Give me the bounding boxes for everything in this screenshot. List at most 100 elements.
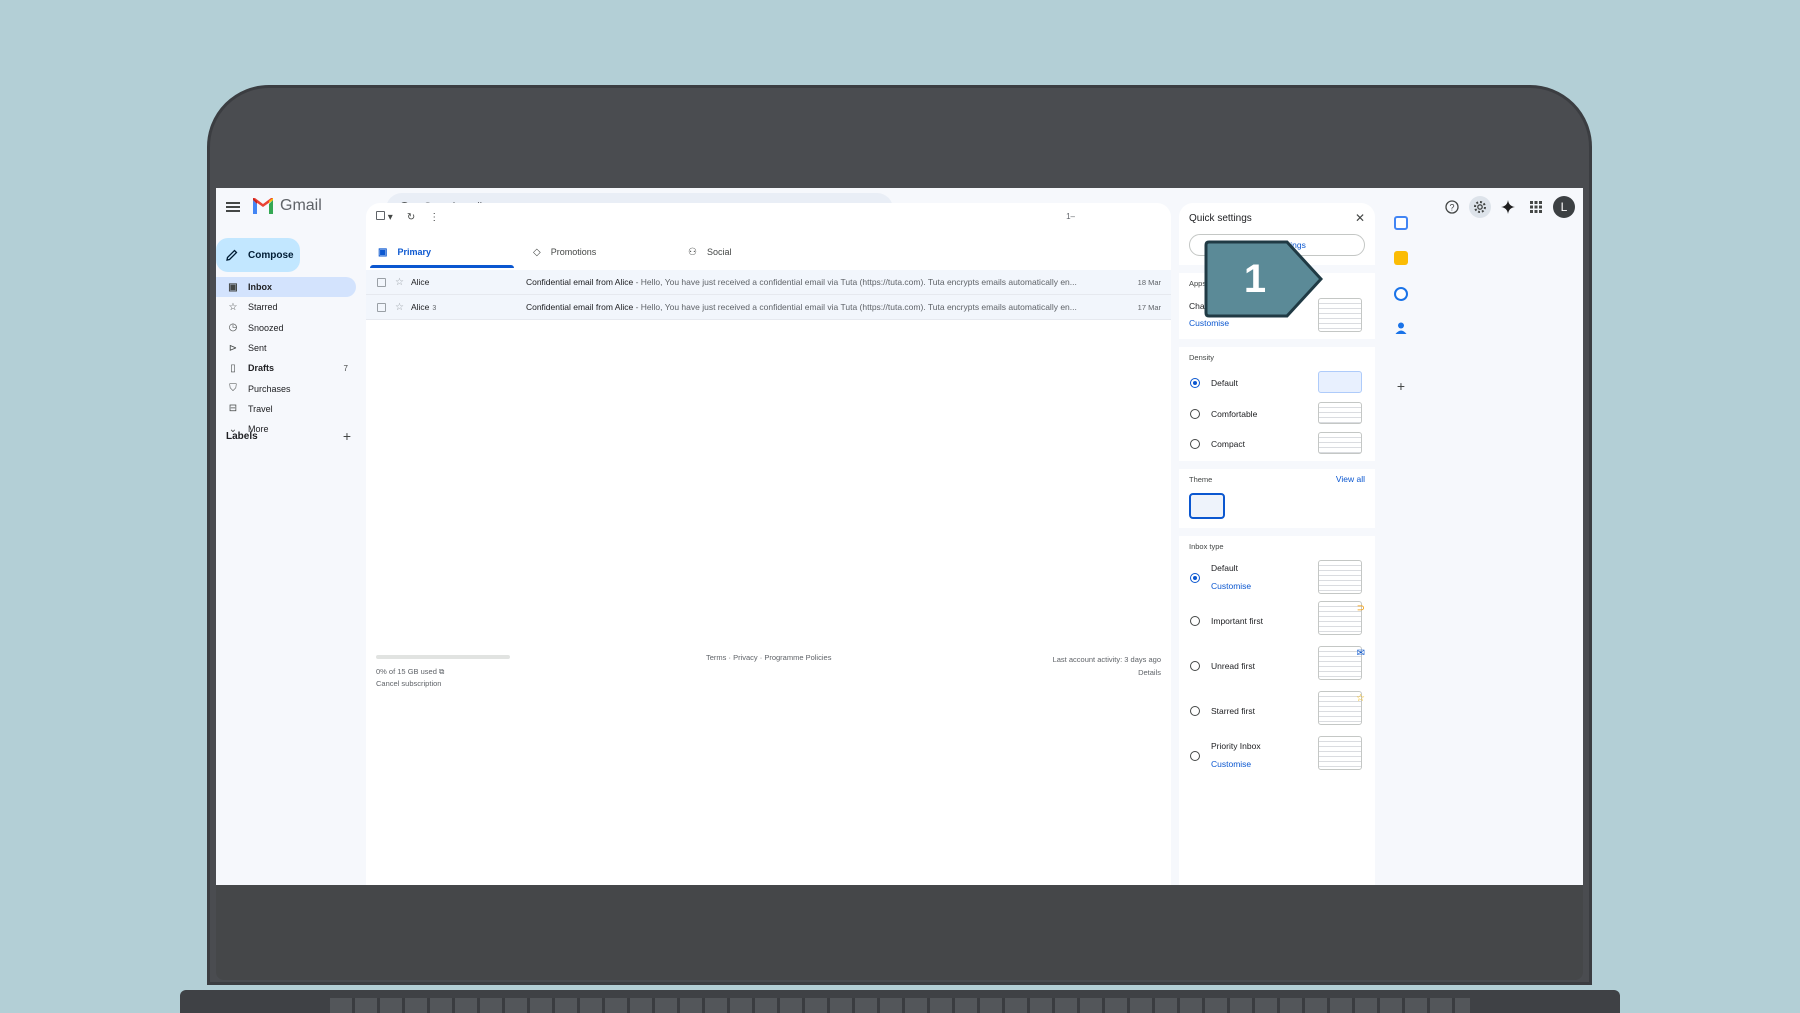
settings-gear-icon[interactable] [1469, 196, 1491, 218]
unread-first-preview[interactable] [1318, 646, 1362, 680]
sidebar-item-purchases[interactable]: ⛉ Purchases [216, 378, 356, 398]
add-app-icon[interactable]: + [1394, 379, 1408, 393]
gmail-logo[interactable]: Gmail [252, 197, 322, 215]
density-default-radio[interactable] [1190, 378, 1200, 388]
important-icon: ⊃ [1356, 603, 1365, 614]
divider [1179, 528, 1375, 536]
keep-icon[interactable] [1394, 251, 1408, 265]
email-snippet: - Hello, You have just received a confid… [633, 302, 1077, 312]
close-icon[interactable]: ✕ [1355, 211, 1365, 225]
compose-label: Compose [248, 249, 294, 261]
laptop-bezel [216, 885, 1583, 980]
tab-promotions[interactable]: ◇ Promotions [525, 236, 680, 268]
draft-icon: ▯ [230, 362, 236, 374]
customise-inbox-link[interactable]: Customise [1211, 581, 1251, 591]
email-row[interactable]: ☆ Alice 3 Confidential email from Alice -… [366, 295, 1171, 320]
apps-grid-icon[interactable] [1525, 196, 1547, 218]
luggage-icon: ⊟ [228, 403, 238, 415]
unread-first-label: Unread first [1211, 661, 1255, 671]
email-snippet: - Hello, You have just received a confid… [633, 277, 1077, 287]
email-sender: Alice 3 [410, 302, 437, 312]
density-compact-radio[interactable] [1190, 439, 1200, 449]
inbox-type-heading: Inbox type [1189, 542, 1224, 551]
inbox-default-preview[interactable] [1318, 560, 1362, 594]
star-icon[interactable]: ☆ [395, 277, 404, 288]
main-menu-icon[interactable] [224, 198, 242, 216]
sidebar-item-snoozed[interactable]: ◷ Snoozed [216, 318, 356, 338]
star-icon[interactable]: ☆ [395, 302, 404, 313]
sidebar-item-inbox[interactable]: ▣ Inbox [216, 277, 356, 298]
star-icon: ☆ [228, 301, 238, 313]
row-checkbox[interactable] [377, 277, 386, 287]
inbox-default-radio[interactable] [1190, 573, 1200, 583]
gemini-sparkle-icon[interactable] [1497, 196, 1519, 218]
sidebar-nav: ▣ Inbox ☆ Starred ◷ Snoozed ⊳ Sent ▯ Drafts 7 … [216, 277, 356, 439]
unread-first-radio[interactable] [1190, 661, 1200, 671]
email-date: 18 Mar [1137, 277, 1161, 287]
cancel-subscription-link[interactable]: Cancel subscription [376, 678, 444, 690]
view-all-themes-link[interactable]: View all [1336, 474, 1365, 484]
tag-icon: ◇ [533, 246, 541, 258]
email-subject: Confidential email from Alice - Hello, Y… [525, 277, 1077, 287]
header-actions: ? L [1441, 196, 1575, 218]
starred-first-label: Starred first [1211, 706, 1255, 716]
pagination: 1– [1066, 212, 1075, 221]
sidebar-item-starred[interactable]: ☆ Starred [216, 297, 356, 317]
category-tabs: ▣ Primary ◇ Promotions ⚇ Social [370, 236, 1165, 268]
send-icon: ⊳ [228, 342, 238, 354]
sidebar-item-travel[interactable]: ⊟ Travel [216, 399, 356, 419]
compose-button[interactable]: Compose [216, 238, 300, 272]
density-compact-label: Compact [1211, 439, 1246, 449]
clock-icon: ◷ [228, 322, 238, 334]
calendar-icon[interactable] [1394, 216, 1408, 230]
starred-first-radio[interactable] [1190, 706, 1200, 716]
app-name: Gmail [280, 197, 322, 214]
star-icon: ☆ [1356, 693, 1365, 704]
important-first-preview[interactable] [1318, 601, 1362, 635]
storage-info: 0% of 15 GB used ⧉ Cancel subscription [376, 667, 445, 690]
select-all-checkbox[interactable]: ▾ [376, 211, 393, 223]
inbox-default-label: Default [1211, 563, 1238, 573]
contacts-icon[interactable] [1394, 321, 1408, 335]
sidebar-item-drafts[interactable]: ▯ Drafts 7 [216, 358, 356, 378]
density-default-preview[interactable] [1318, 371, 1362, 393]
drafts-count: 7 [343, 363, 348, 373]
customise-priority-link[interactable]: Customise [1211, 759, 1251, 769]
density-compact-preview[interactable] [1318, 432, 1362, 454]
theme-heading: Theme [1189, 475, 1213, 484]
bag-icon: ⛉ [229, 383, 237, 395]
pencil-icon [226, 249, 238, 261]
email-sender: Alice [410, 277, 430, 287]
theme-preview[interactable] [1189, 493, 1225, 519]
add-label-icon[interactable]: + [343, 429, 351, 443]
quick-settings-title: Quick settings [1189, 213, 1252, 224]
sidebar-item-sent[interactable]: ⊳ Sent [216, 338, 356, 358]
help-icon[interactable]: ? [1441, 196, 1463, 218]
priority-inbox-preview[interactable] [1318, 736, 1362, 770]
important-first-radio[interactable] [1190, 616, 1200, 626]
account-activity: Last account activity: 3 days ago Detail… [1052, 655, 1161, 679]
external-link-icon[interactable]: ⧉ [439, 667, 444, 676]
list-toolbar: ▾ ↻ ⋮ [376, 211, 439, 223]
tab-social[interactable]: ⚇ Social [680, 236, 835, 268]
row-checkbox[interactable] [377, 302, 386, 312]
labels-heading: Labels [226, 431, 258, 442]
details-link[interactable]: Details [1053, 666, 1161, 679]
tab-primary[interactable]: ▣ Primary [370, 236, 525, 268]
density-comfortable-preview[interactable] [1318, 402, 1362, 424]
chat-meet-preview [1318, 298, 1362, 332]
more-vert-icon[interactable]: ⋮ [429, 212, 439, 223]
footer-links[interactable]: Terms · Privacy · Programme Policies [706, 653, 831, 662]
density-comfortable-radio[interactable] [1190, 409, 1200, 419]
email-row[interactable]: ☆ Alice Confidential email from Alice - … [366, 270, 1171, 295]
tasks-icon[interactable] [1394, 287, 1408, 301]
people-icon: ⚇ [688, 246, 697, 258]
email-subject: Confidential email from Alice - Hello, Y… [525, 302, 1077, 312]
email-list: ☆ Alice Confidential email from Alice - … [366, 270, 1171, 320]
account-avatar[interactable]: L [1553, 196, 1575, 218]
storage-bar [376, 655, 510, 659]
mail-list-panel: ▾ ↻ ⋮ 1– ▣ Primary ◇ Promotions ⚇ Social ☆ … [366, 203, 1171, 885]
customise-apps-link[interactable]: Customise [1189, 318, 1229, 328]
refresh-icon[interactable]: ↻ [407, 212, 415, 223]
priority-inbox-radio[interactable] [1190, 751, 1200, 761]
